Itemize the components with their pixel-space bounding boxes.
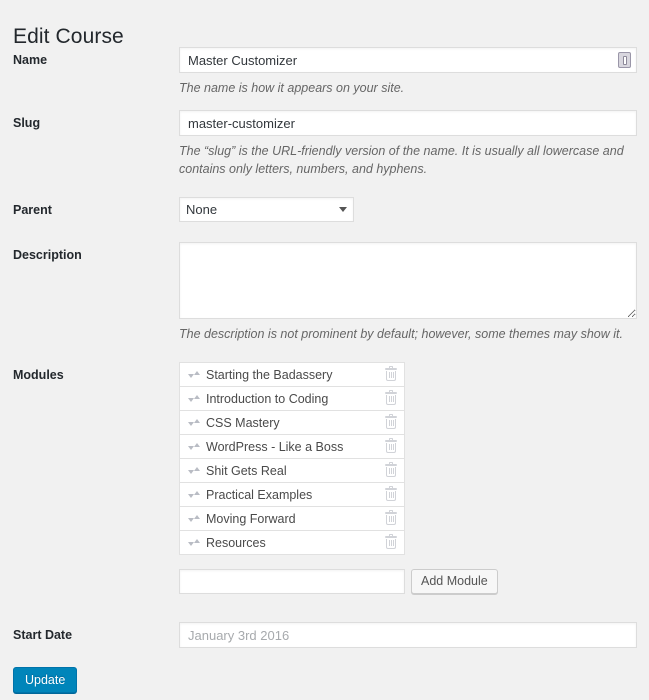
sort-handle-icon[interactable] xyxy=(188,417,200,429)
start-date-field-wrap xyxy=(179,622,649,648)
module-list-item[interactable]: Shit Gets Real xyxy=(180,459,404,483)
trash-icon[interactable] xyxy=(384,438,398,454)
description-help-text: The description is not prominent by defa… xyxy=(179,327,623,341)
slug-help-text: The “slug” is the URL-friendly version o… xyxy=(179,144,624,176)
trash-icon[interactable] xyxy=(384,462,398,478)
name-input[interactable] xyxy=(179,47,637,73)
form-row-modules: Modules Starting the Badassery Introducti… xyxy=(0,362,649,594)
start-date-input[interactable] xyxy=(179,622,637,648)
parent-label: Parent xyxy=(13,203,52,217)
form-row-description: Description The description is not promi… xyxy=(0,242,649,343)
module-item-label: Shit Gets Real xyxy=(206,463,287,478)
module-list-item[interactable]: Introduction to Coding xyxy=(180,387,404,411)
form-row-parent: Parent None xyxy=(0,197,649,222)
modules-label: Modules xyxy=(13,368,64,382)
form-row-name: Name The name is how it appears on your … xyxy=(0,47,649,97)
sort-handle-icon[interactable] xyxy=(188,465,200,477)
parent-select[interactable]: None xyxy=(179,197,354,222)
module-item-label: Resources xyxy=(206,535,266,550)
parent-select-wrap: None xyxy=(179,197,354,222)
slug-input[interactable] xyxy=(179,110,637,136)
module-item-label: Introduction to Coding xyxy=(206,391,329,406)
sort-handle-icon[interactable] xyxy=(188,441,200,453)
modules-list: Starting the Badassery Introduction to Co… xyxy=(179,362,405,555)
description-textarea[interactable] xyxy=(179,242,637,319)
trash-icon[interactable] xyxy=(384,366,398,382)
module-item-label: WordPress - Like a Boss xyxy=(206,439,344,454)
name-label: Name xyxy=(13,53,48,67)
module-item-label: Starting the Badassery xyxy=(206,367,333,382)
update-button[interactable]: Update xyxy=(13,667,78,693)
slug-label: Slug xyxy=(13,116,41,130)
name-help-text: The name is how it appears on your site. xyxy=(179,81,405,95)
submit-area: Update xyxy=(13,667,78,693)
start-date-label: Start Date xyxy=(13,628,73,642)
trash-icon[interactable] xyxy=(384,510,398,526)
form-row-start-date: Start Date xyxy=(0,622,649,648)
module-item-label: Moving Forward xyxy=(206,511,296,526)
description-field-wrap: The description is not prominent by defa… xyxy=(179,242,649,343)
description-label: Description xyxy=(13,248,82,262)
form-row-slug: Slug The “slug” is the URL-friendly vers… xyxy=(0,110,649,178)
trash-icon[interactable] xyxy=(384,534,398,550)
module-list-item[interactable]: WordPress - Like a Boss xyxy=(180,435,404,459)
module-item-label: CSS Mastery xyxy=(206,415,280,430)
trash-icon[interactable] xyxy=(384,414,398,430)
slug-field-wrap: The “slug” is the URL-friendly version o… xyxy=(179,110,649,178)
module-list-item[interactable]: Resources xyxy=(180,531,404,555)
sort-handle-icon[interactable] xyxy=(188,369,200,381)
modules-field-wrap: Starting the Badassery Introduction to Co… xyxy=(179,362,649,594)
add-module-input[interactable] xyxy=(179,569,405,594)
sort-handle-icon[interactable] xyxy=(188,393,200,405)
module-list-item[interactable]: CSS Mastery xyxy=(180,411,404,435)
trash-icon[interactable] xyxy=(384,486,398,502)
module-list-item[interactable]: Practical Examples xyxy=(180,483,404,507)
form-autofill-icon[interactable] xyxy=(618,52,631,68)
module-item-label: Practical Examples xyxy=(206,487,313,502)
parent-field-wrap: None xyxy=(179,197,649,222)
edit-course-page: Edit Course Name The name is how it appe… xyxy=(0,0,649,700)
module-list-item[interactable]: Starting the Badassery xyxy=(180,363,404,387)
add-module-row: Add Module xyxy=(179,569,637,594)
name-field-wrap: The name is how it appears on your site. xyxy=(179,47,649,97)
trash-icon[interactable] xyxy=(384,390,398,406)
name-input-wrap xyxy=(179,47,637,73)
sort-handle-icon[interactable] xyxy=(188,537,200,549)
sort-handle-icon[interactable] xyxy=(188,489,200,501)
sort-handle-icon[interactable] xyxy=(188,513,200,525)
add-module-button[interactable]: Add Module xyxy=(411,569,498,594)
module-list-item[interactable]: Moving Forward xyxy=(180,507,404,531)
